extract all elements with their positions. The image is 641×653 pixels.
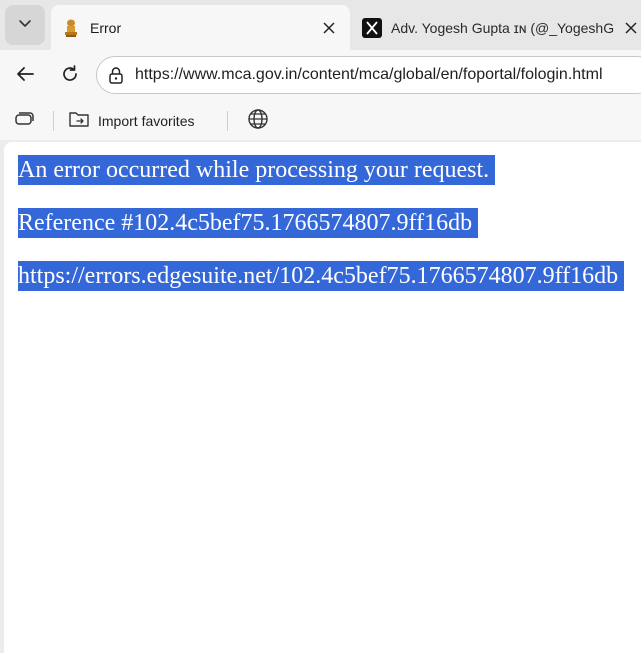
- tab-twitter[interactable]: Adv. Yogesh Gupta ɪɴ (@_YogeshG: [352, 5, 641, 50]
- refresh-icon: [60, 64, 80, 89]
- favorites-bar: Import favorites: [0, 102, 641, 140]
- globe-icon: [247, 108, 269, 135]
- collections-button[interactable]: [12, 107, 36, 135]
- tab-actions-button[interactable]: [5, 5, 45, 45]
- error-link[interactable]: https://errors.edgesuite.net/102.4c5bef7…: [18, 261, 625, 291]
- tab-copy-icon: [12, 109, 36, 134]
- close-icon[interactable]: [316, 15, 342, 41]
- arrow-left-icon: [14, 63, 36, 90]
- error-reference: Reference #102.4c5bef75.1766574807.9ff16…: [18, 208, 479, 238]
- divider: [227, 111, 228, 131]
- address-bar[interactable]: https://www.mca.gov.in/content/mca/globa…: [96, 56, 641, 94]
- error-message: An error occurred while processing your …: [18, 155, 496, 185]
- tab-title: Adv. Yogesh Gupta ɪɴ (@_YogeshG: [391, 19, 615, 36]
- url-text[interactable]: https://www.mca.gov.in/content/mca/globa…: [135, 66, 603, 84]
- back-button[interactable]: [8, 59, 42, 93]
- tab-title: Error: [90, 19, 122, 36]
- tab-strip: Error Adv. Yogesh Gupta ɪɴ (@_YogeshG: [0, 0, 641, 50]
- browser-window: Error Adv. Yogesh Gupta ɪɴ (@_YogeshG ht…: [0, 0, 641, 653]
- favorite-globe-item[interactable]: [247, 107, 269, 135]
- import-favorites-button[interactable]: Import favorites: [68, 107, 194, 135]
- folder-import-icon: [68, 109, 90, 134]
- divider: [53, 111, 54, 131]
- emblem-icon: [61, 18, 81, 38]
- x-logo-icon: [362, 17, 382, 38]
- close-icon[interactable]: [618, 15, 641, 41]
- import-favorites-label: Import favorites: [98, 113, 195, 129]
- page-content: An error occurred while processing your …: [4, 142, 641, 653]
- refresh-button[interactable]: [53, 59, 87, 93]
- navigation-toolbar: https://www.mca.gov.in/content/mca/globa…: [0, 50, 641, 102]
- lock-icon[interactable]: [107, 66, 125, 84]
- tab-error[interactable]: Error: [51, 5, 350, 50]
- chevron-down-icon: [17, 15, 33, 36]
